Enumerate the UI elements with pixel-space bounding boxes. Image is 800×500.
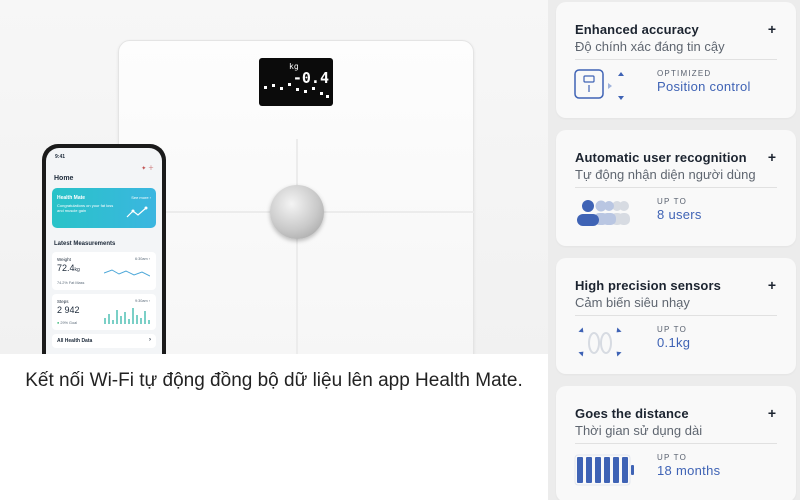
phone-screen: 9:41 ✦ ＋ Home Health Mate See more › Con… [46,148,162,354]
feature-subtitle: Cảm biến siêu nhạy [575,295,690,310]
latest-measurements-title: Latest Measurements [54,241,116,247]
feature-card-enhanced-accuracy[interactable]: Enhanced accuracy + Độ chính xác đáng ti… [556,2,796,118]
expand-plus-icon[interactable]: + [768,277,776,293]
feature-value: Position control [657,79,751,94]
feature-title: Automatic user recognition [575,150,747,165]
feature-value: 18 months [657,463,721,478]
health-mate-chart-icon [126,206,148,218]
feature-divider [575,187,777,188]
caption-text: Kết nối Wi-Fi tự động đồng bộ dữ liệu lê… [25,370,523,391]
feature-divider [575,315,777,316]
feature-title: Enhanced accuracy [575,22,699,37]
position-control-icon [574,69,624,100]
weight-time: 6:30am › [135,257,150,261]
weight-value: 72.4kg [57,263,80,273]
steps-note: ● 29% Goal [57,321,78,325]
feature-subtitle: Độ chính xác đáng tin cậy [575,39,725,54]
steps-time: 9:30am › [135,299,150,303]
feature-small-label: UP TO [657,453,688,462]
weight-label: Weight [57,257,71,262]
phone-status-time: 9:41 [55,154,66,160]
scale-display-dots [264,83,329,98]
feature-title: Goes the distance [575,406,689,421]
feature-small-label: OPTIMIZED [657,69,712,78]
product-photo: kg -0.4 9:41 ✦ ＋ Home Health Mate See mo… [0,0,548,354]
expand-plus-icon[interactable]: + [768,149,776,165]
scale-center-knob [270,185,324,239]
feature-subtitle: Thời gian sử dụng dài [575,423,703,438]
feature-card-precision-sensors[interactable]: High precision sensors + Cảm biến siêu n… [556,258,796,374]
phone-mockup: 9:41 ✦ ＋ Home Health Mate See more › Con… [42,144,166,354]
scale-display: kg -0.4 [259,58,333,106]
feature-divider [575,443,777,444]
expand-plus-icon[interactable]: + [768,21,776,37]
phone-home-title: Home [54,175,74,182]
health-mate-card-subtitle: Congratulations on your fat loss and mus… [57,203,114,213]
body-scale-image: kg -0.4 [118,40,475,354]
steps-value: 2 942 [57,305,80,315]
steps-bars-icon [104,308,150,324]
all-health-data-row[interactable]: All Health Data › [52,334,156,348]
footprints-icon [578,327,622,357]
feature-column: Enhanced accuracy + Độ chính xác đáng ti… [548,0,800,500]
chevron-right-icon: › [149,337,151,343]
all-health-data-label: All Health Data [57,338,93,344]
health-mate-card-title: Health Mate [57,195,86,201]
phone-top-icons: ✦ ＋ [141,166,154,172]
expand-plus-icon[interactable]: + [768,405,776,421]
health-mate-card-link[interactable]: See more › [131,195,151,200]
steps-label: Steps [57,299,69,304]
feature-small-label: UP TO [657,197,688,206]
weight-card[interactable]: Weight 6:30am › 72.4kg 74.2% Fat Mass [52,252,156,290]
users-icon [577,200,630,226]
feature-small-label: UP TO [657,325,688,334]
hero-section: kg -0.4 9:41 ✦ ＋ Home Health Mate See mo… [0,0,548,500]
health-mate-card[interactable]: Health Mate See more › Congratulations o… [52,188,156,228]
scale-electrode-divider-vertical [296,139,298,354]
battery-icon [574,454,634,486]
steps-card[interactable]: Steps 9:30am › 2 942 ● 29% Goal [52,294,156,330]
feature-value: 8 users [657,207,702,222]
feature-subtitle: Tự động nhận diện người dùng [575,167,756,182]
weight-note: 74.2% Fat Mass [57,281,85,285]
weight-trend-icon [104,269,150,277]
feature-card-user-recognition[interactable]: Automatic user recognition + Tự động nhậ… [556,130,796,246]
feature-divider [575,59,777,60]
feature-card-battery-life[interactable]: Goes the distance + Thời gian sử dụng dà… [556,386,796,500]
feature-value: 0.1kg [657,335,691,350]
feature-title: High precision sensors [575,278,721,293]
